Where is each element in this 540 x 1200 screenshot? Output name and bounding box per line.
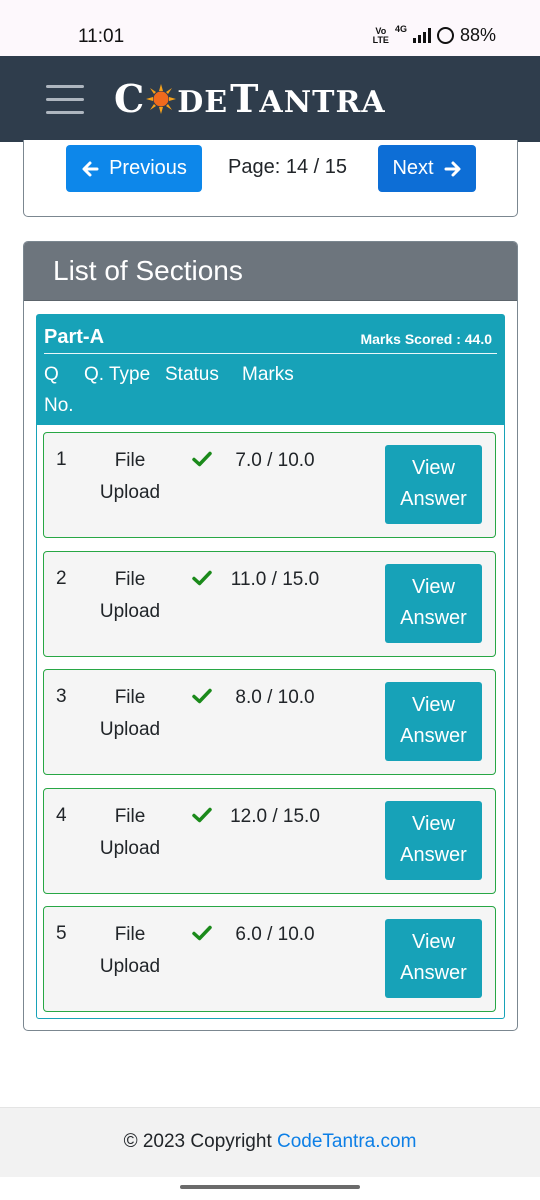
column-header-status: Status xyxy=(165,364,219,385)
battery-icon xyxy=(436,27,454,44)
view-answer-button[interactable]: View Answer xyxy=(385,800,482,880)
marks-scored: Marks Scored : 44.0 xyxy=(360,331,492,347)
question-number: 4 xyxy=(56,804,67,826)
question-marks: 8.0 / 10.0 xyxy=(235,687,315,708)
question-type: File Upload xyxy=(99,924,161,977)
question-number: 2 xyxy=(56,567,67,589)
column-header-marks: Marks xyxy=(242,364,294,385)
question-number: 1 xyxy=(56,449,67,470)
check-icon xyxy=(192,807,212,822)
view-answer-button[interactable]: View Answer xyxy=(385,919,482,998)
home-indicator[interactable] xyxy=(180,1185,360,1189)
part-panel: Part-A Marks Scored : 44.0 Q No. Q. Type… xyxy=(36,314,505,1019)
table-row: 2 File Upload 11.0 / 15.0 View Answer xyxy=(43,550,496,657)
arrow-left-icon xyxy=(82,161,99,176)
question-type: File Upload xyxy=(99,450,161,503)
check-icon xyxy=(192,688,212,704)
table-row: 1 File Upload 7.0 / 10.0 View Answer xyxy=(43,432,496,538)
question-marks: 7.0 / 10.0 xyxy=(235,450,315,471)
table-row: 5 File Upload 6.0 / 10.0 View Answer xyxy=(43,906,496,1012)
column-header-q-no: Q No. xyxy=(44,364,74,416)
check-icon xyxy=(192,451,212,467)
check-icon xyxy=(192,570,212,585)
question-marks: 12.0 / 15.0 xyxy=(230,805,320,827)
signal-icon xyxy=(412,28,431,43)
network-type: 4G xyxy=(394,23,407,34)
copyright-text: © 2023 Copyright xyxy=(123,1131,277,1152)
question-type: File Upload xyxy=(99,568,161,622)
table-row: 3 File Upload 8.0 / 10.0 View Answer xyxy=(43,669,496,775)
footer: © 2023 Copyright CodeTantra.com xyxy=(0,1107,540,1177)
status-icons: Vo LTE 4G 88% xyxy=(372,23,496,46)
question-type: File Upload xyxy=(99,805,161,859)
volte-icon: Vo LTE xyxy=(372,25,389,45)
sections-card: List of Sections Part-A Marks Scored : 4… xyxy=(23,241,518,1031)
view-answer-button[interactable]: View Answer xyxy=(385,445,482,524)
codetantra-link[interactable]: CodeTantra.com xyxy=(277,1131,416,1152)
check-icon xyxy=(192,925,212,941)
sun-icon xyxy=(146,84,177,114)
navbar: C DE T ANTRA xyxy=(0,56,540,142)
hamburger-menu-icon[interactable] xyxy=(46,85,84,115)
arrow-right-icon xyxy=(444,161,461,176)
table-row: 4 File Upload 12.0 / 15.0 View Answer xyxy=(43,787,496,894)
battery-level: 88% xyxy=(459,25,496,45)
previous-button[interactable]: Previous xyxy=(66,145,202,192)
part-title: Part-A xyxy=(44,326,105,348)
question-marks: 6.0 / 10.0 xyxy=(235,924,315,945)
next-button[interactable]: Next xyxy=(378,145,476,192)
page-indicator: Page: 14 / 15 xyxy=(228,156,347,178)
view-answer-button[interactable]: View Answer xyxy=(385,682,482,761)
question-number: 3 xyxy=(56,686,67,707)
column-header-q-type: Q. Type xyxy=(84,364,151,385)
question-marks: 11.0 / 15.0 xyxy=(230,568,320,590)
status-bar: 11:01 Vo LTE 4G 88% xyxy=(0,0,540,56)
question-number: 5 xyxy=(56,923,67,944)
question-type: File Upload xyxy=(99,687,161,740)
divider xyxy=(44,353,497,354)
part-header: Part-A Marks Scored : 44.0 Q No. Q. Type… xyxy=(37,315,504,425)
view-answer-button[interactable]: View Answer xyxy=(385,563,482,643)
pagination-panel: Previous Page: 14 / 15 Next xyxy=(23,140,518,217)
status-time: 11:01 xyxy=(78,26,125,47)
codetantra-logo[interactable]: C DE T ANTRA xyxy=(114,76,386,121)
sections-title: List of Sections xyxy=(24,242,517,301)
